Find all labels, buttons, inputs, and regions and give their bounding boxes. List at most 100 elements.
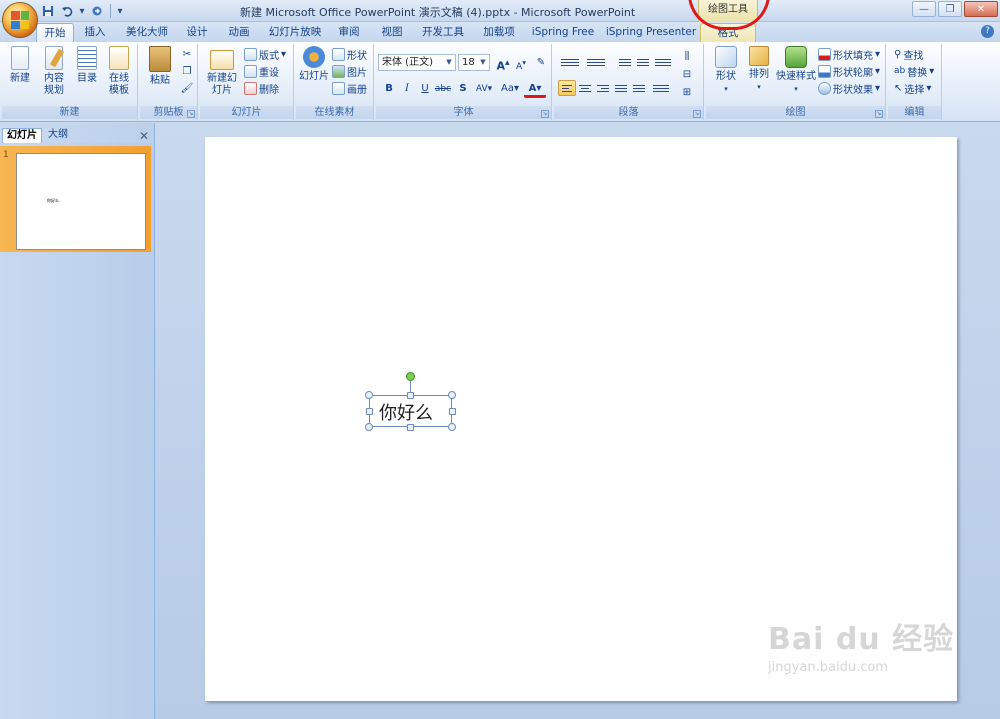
- undo-icon[interactable]: [59, 3, 75, 19]
- arrange-button[interactable]: 排列 ▾: [744, 46, 774, 93]
- shapes-button[interactable]: 形状 ▾: [710, 46, 742, 95]
- tab-design[interactable]: 设计: [180, 23, 214, 42]
- justify-button[interactable]: [612, 80, 630, 96]
- font-size-combo[interactable]: 18 ▼: [458, 54, 490, 71]
- tab-slideshow[interactable]: 幻灯片放映: [262, 23, 328, 42]
- chevron-down-icon[interactable]: ▼: [478, 56, 488, 69]
- tab-ispring-presenter[interactable]: iSpring Presenter: [604, 23, 698, 42]
- grow-font-button[interactable]: A▴: [494, 54, 512, 73]
- tab-animations[interactable]: 动画: [220, 23, 258, 42]
- font-name-combo[interactable]: 宋体 (正文) ▼: [378, 54, 456, 71]
- char-spacing-button[interactable]: AV▾: [472, 80, 496, 98]
- numbering-button[interactable]: [584, 54, 608, 70]
- reset-button[interactable]: 重设: [244, 63, 279, 79]
- new-button[interactable]: 新建: [4, 46, 36, 85]
- smartart-icon[interactable]: ⊞: [678, 84, 696, 102]
- strikethrough-button[interactable]: abc: [434, 80, 452, 98]
- tab-view[interactable]: 视图: [374, 23, 410, 42]
- format-painter-icon[interactable]: 🖌: [178, 80, 196, 98]
- online-slide-button[interactable]: 幻灯片: [298, 46, 330, 83]
- increase-indent-button[interactable]: [634, 54, 652, 70]
- tab-addins[interactable]: 加载项: [476, 23, 522, 42]
- bullets-button[interactable]: [558, 54, 582, 70]
- shape-fill-button[interactable]: 形状填充 ▾: [818, 46, 880, 62]
- align-left-button[interactable]: [558, 80, 576, 96]
- tab-developer[interactable]: 开发工具: [416, 23, 470, 42]
- change-case-button[interactable]: Aa▾: [498, 80, 522, 98]
- textbox-text[interactable]: 你好么: [379, 399, 433, 425]
- find-button[interactable]: ⚲ 查找: [894, 46, 923, 62]
- font-launcher-icon[interactable]: ↘: [541, 110, 549, 118]
- font-color-button[interactable]: A▾: [524, 80, 546, 98]
- chevron-down-icon[interactable]: ▼: [444, 56, 454, 69]
- shadow-button[interactable]: S: [454, 80, 472, 98]
- online-picture-button[interactable]: 图片: [332, 63, 367, 79]
- align-center-button[interactable]: [576, 80, 594, 96]
- clipboard-launcher-icon[interactable]: ↘: [187, 110, 195, 118]
- tab-slides-pane[interactable]: 幻灯片: [2, 128, 42, 143]
- italic-button[interactable]: I: [398, 80, 416, 98]
- restore-button[interactable]: ❐: [938, 1, 962, 17]
- paragraph-launcher-icon[interactable]: ↘: [693, 110, 701, 118]
- toc-button[interactable]: 目录: [72, 46, 102, 85]
- resize-handle-bottom-right[interactable]: [448, 423, 456, 431]
- minimize-button[interactable]: —: [912, 1, 936, 17]
- cut-icon[interactable]: ✂: [178, 46, 196, 64]
- resize-handle-bottom[interactable]: [407, 424, 414, 431]
- shrink-font-button[interactable]: A▾: [512, 54, 530, 72]
- content-plan-button[interactable]: 内容规划: [38, 46, 70, 97]
- resize-handle-top-right[interactable]: [448, 391, 456, 399]
- redo-icon[interactable]: [89, 3, 105, 19]
- close-icon[interactable]: ✕: [139, 129, 149, 143]
- effects-icon: [818, 81, 831, 95]
- columns-button[interactable]: [650, 80, 672, 96]
- resize-handle-bottom-left[interactable]: [365, 423, 373, 431]
- help-icon[interactable]: ?: [981, 25, 994, 38]
- tab-beautify-master[interactable]: 美化大师: [120, 23, 174, 42]
- new-slide-button[interactable]: 新建幻灯片: [202, 46, 242, 97]
- slide-thumbnail[interactable]: 你好么: [16, 153, 146, 250]
- delete-slide-button[interactable]: 删除: [244, 80, 279, 96]
- resize-handle-top[interactable]: [407, 392, 414, 399]
- slide-thumbnail-selected[interactable]: 1 你好么: [0, 146, 151, 252]
- quick-styles-button[interactable]: 快速样式 ▾: [776, 46, 816, 95]
- tab-ispring-free[interactable]: iSpring Free: [528, 23, 598, 42]
- resize-handle-top-left[interactable]: [365, 391, 373, 399]
- distributed-button[interactable]: [630, 80, 648, 96]
- line-spacing-button[interactable]: [652, 54, 674, 70]
- customize-qat-icon[interactable]: ▾: [116, 3, 124, 19]
- select-button[interactable]: ↖ 选择 ▾: [894, 80, 931, 96]
- shape-outline-button[interactable]: 形状轮廓 ▾: [818, 63, 880, 79]
- underline-button[interactable]: U: [416, 80, 434, 98]
- tab-outline-pane[interactable]: 大纲: [44, 128, 72, 143]
- tab-home[interactable]: 开始: [36, 23, 74, 42]
- tab-review[interactable]: 审阅: [332, 23, 366, 42]
- close-button[interactable]: ✕: [964, 1, 998, 17]
- content-plan-label: 内容规划: [44, 73, 64, 96]
- align-text-icon[interactable]: ⊟: [678, 66, 696, 84]
- save-icon[interactable]: [40, 3, 56, 19]
- tab-insert[interactable]: 插入: [80, 23, 110, 42]
- arrange-icon: [749, 46, 769, 66]
- text-direction-icon[interactable]: ⫼: [678, 48, 696, 66]
- shape-effects-button[interactable]: 形状效果 ▾: [818, 80, 880, 96]
- online-template-button[interactable]: 在线模板: [104, 46, 134, 97]
- undo-dropdown-icon[interactable]: ▾: [78, 3, 86, 19]
- rotation-handle[interactable]: [406, 372, 415, 381]
- drawing-launcher-icon[interactable]: ↘: [875, 110, 883, 118]
- online-album-button[interactable]: 画册: [332, 80, 367, 96]
- align-right-button[interactable]: [594, 80, 612, 96]
- resize-handle-right[interactable]: [449, 408, 456, 415]
- office-button[interactable]: [2, 2, 38, 38]
- decrease-indent-button[interactable]: [616, 54, 634, 70]
- resize-handle-left[interactable]: [366, 408, 373, 415]
- replace-button[interactable]: ab 替换 ▾: [894, 63, 934, 79]
- layout-button[interactable]: 版式 ▾: [244, 46, 286, 62]
- clear-format-icon[interactable]: ✎: [532, 54, 550, 72]
- bold-button[interactable]: B: [380, 80, 398, 98]
- selected-textbox[interactable]: 你好么: [369, 395, 452, 427]
- online-shape-button[interactable]: 形状: [332, 46, 367, 62]
- paste-button[interactable]: 粘贴: [144, 46, 176, 87]
- thumbnail-list[interactable]: 1 你好么: [0, 143, 153, 719]
- copy-icon[interactable]: ❐: [178, 63, 196, 81]
